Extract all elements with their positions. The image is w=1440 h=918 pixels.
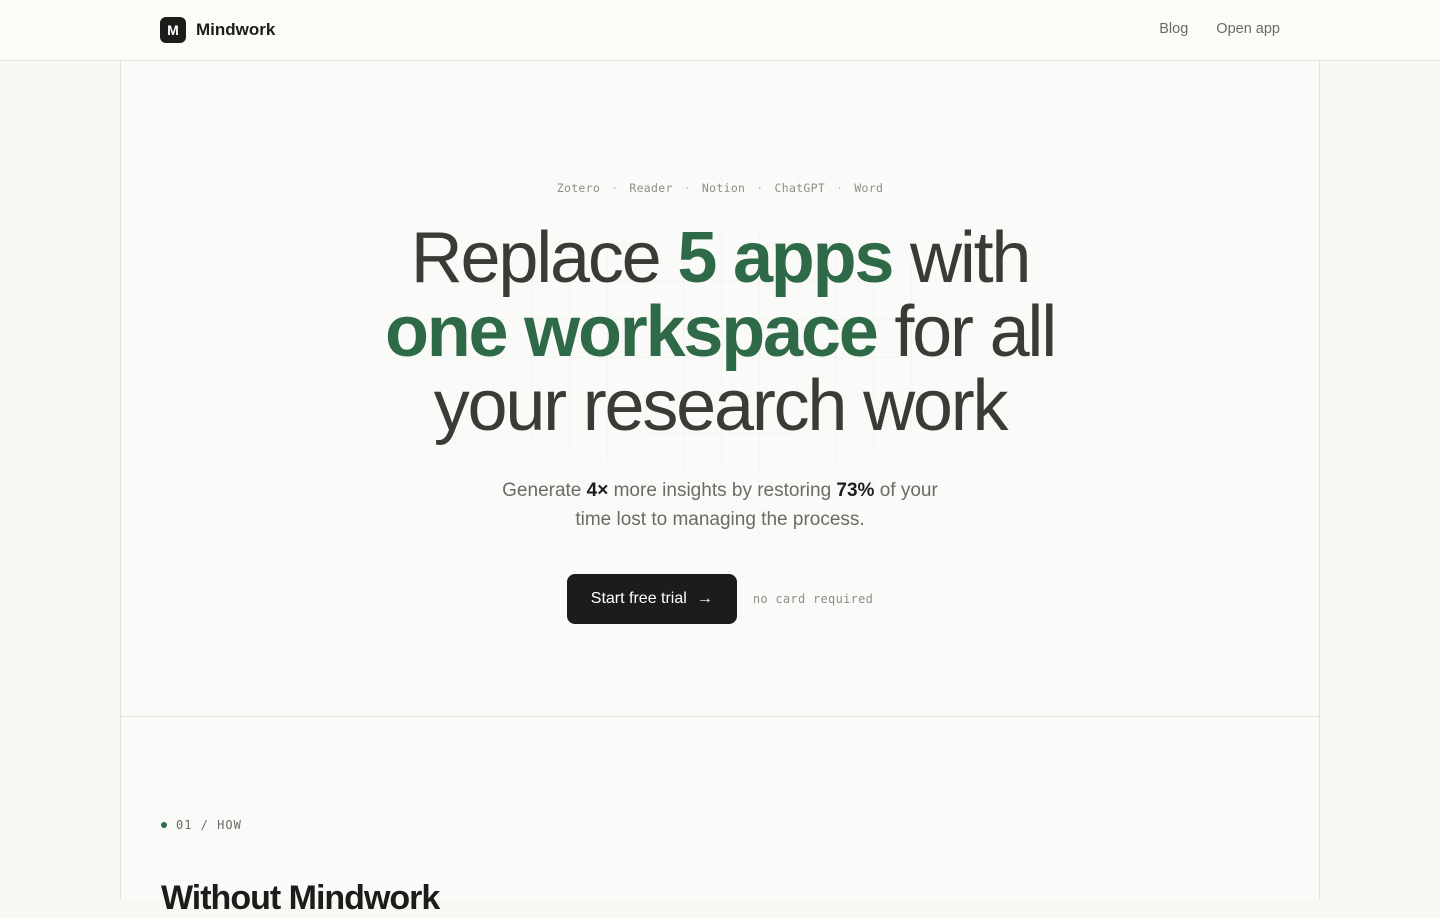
brand-logo-link[interactable]: M Mindwork [160,17,275,43]
separator: · [756,181,764,195]
subtitle-text: more insights by restoring [608,480,837,501]
section-title: Without Mindwork [161,879,440,917]
content-frame: Zotero · Reader · Notion · ChatGPT · Wor… [120,61,1320,917]
cta-label: Start free trial [590,590,687,607]
headline-accent: 5 apps [677,218,894,298]
section-label-text: 01 / HOW [176,818,242,832]
top-navbar: M Mindwork Blog Open app [0,0,1440,61]
arrow-right-icon: → [696,590,713,607]
header-nav: Blog Open app [1159,21,1280,37]
headline-text: Replace [410,218,678,298]
separator: · [683,181,691,195]
app-name-notion: Notion [701,181,746,195]
subtitle-text: of your [874,480,938,501]
headline-line-3: your research work [433,366,1009,446]
cta-note: no card required [752,592,874,606]
app-name-word: Word [854,181,884,195]
hero-subtitle: Generate 4× more insights by restoring 7… [121,476,1319,534]
headline-text: for all [876,292,1057,372]
subtitle-text: Generate [502,480,587,501]
separator: · [611,181,619,195]
headline-text: with [892,218,1031,298]
subtitle-highlight: 73% [836,480,875,501]
bullet-dot-icon [161,822,167,828]
headline-line-2: one workspace for all [121,295,1319,369]
separator: · [836,181,844,195]
nav-link-blog[interactable]: Blog [1159,21,1188,37]
cta-row: Start free trial → no card required [121,574,1319,624]
start-free-trial-button[interactable]: Start free trial → [566,574,737,624]
headline-accent: one workspace [384,292,879,372]
nav-link-open-app[interactable]: Open app [1216,21,1280,37]
brand-name: Mindwork [196,20,276,39]
headline-line-1: Replace 5 apps with [121,221,1319,295]
app-name-zotero: Zotero [556,181,601,195]
subtitle-highlight: 4× [586,480,609,501]
replaced-apps-list: Zotero · Reader · Notion · ChatGPT · Wor… [121,181,1319,195]
subtitle-text: time lost to managing the process. [575,509,865,530]
logo-icon: M [160,17,186,43]
app-name-chatgpt: ChatGPT [774,181,826,195]
app-name-reader: Reader [629,181,673,195]
section-label: 01 / HOW [161,818,242,832]
hero-headline: Replace 5 apps with one workspace for al… [121,221,1319,443]
section-divider [121,716,1319,717]
